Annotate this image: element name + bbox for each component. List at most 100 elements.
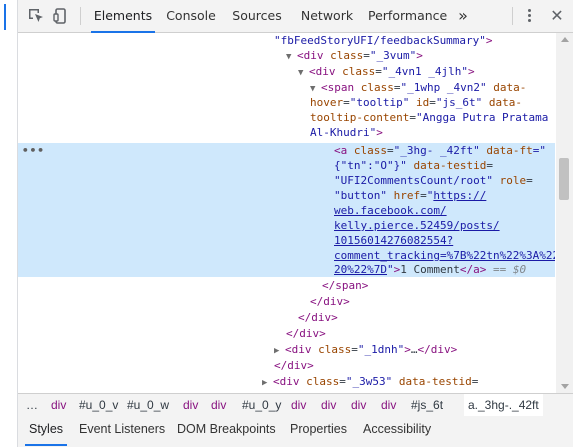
dom-line[interactable]: ▼ <span class="_1whp _4vn2" data- [18,80,555,95]
selected-dom-line[interactable]: web.facebook.com/ [18,203,555,218]
toolbar-separator [512,7,513,25]
tag-bracket: < [309,65,316,78]
tab-event-listeners[interactable]: Event Listeners [79,416,165,446]
inspect-element-icon[interactable] [27,7,45,25]
selected-dom-line[interactable]: 20%22%7D">1 Comment</a> == $0 [18,262,555,277]
close-icon[interactable]: ✕ [548,6,566,26]
scroll-up-arrow-icon[interactable] [561,37,569,42]
href-link[interactable]: web.facebook.com/ [334,204,447,217]
selected-dom-line[interactable]: comment_tracking=%7B%22tn%22%3A%22 [18,248,555,263]
equals: = [339,375,346,388]
tag-name: a [340,144,348,157]
more-tabs-icon[interactable]: » [455,0,471,32]
attr-value: "_4vn1 _4jlh" [381,65,468,78]
breadcrumb-item[interactable]: div [381,394,396,416]
attr-value: "_1whp _4vn2" [400,81,487,94]
href-link[interactable]: 20%22%7D [334,263,387,276]
vertical-scrollbar[interactable] [556,33,573,393]
expand-triangle-icon[interactable]: ▶ [274,344,285,359]
tab-console[interactable]: Console [166,0,216,32]
closing-tag: </div> [417,343,458,356]
breadcrumb-item[interactable]: #u_0_v [79,394,118,416]
breadcrumb-current[interactable]: a._3hg-._42ft [464,394,543,416]
dom-line[interactable]: </div> [18,358,555,373]
text-node: 1 Comment [400,263,460,276]
dom-line[interactable]: ▶ <div class="_3w53" data-testid= [18,374,555,389]
tag-bracket: < [334,144,341,157]
selected-dom-line[interactable]: kelly.pierce.52459/posts/ [18,218,555,233]
breadcrumb-item[interactable]: #u_0_w [127,394,169,416]
dom-line[interactable]: ▶ <div class="_1dnh">…</div> [18,342,555,357]
attr-value: "_3w53" [345,375,393,388]
breadcrumb-item[interactable]: #js_6t [411,394,443,416]
tag-name: div [303,49,324,62]
tab-accessibility[interactable]: Accessibility [363,416,431,446]
breadcrumb-item[interactable]: div [211,394,226,416]
tab-dom-breakpoints[interactable]: DOM Breakpoints [177,416,276,446]
dom-line[interactable]: Al-Khudri"> [18,125,555,140]
attr-name: tooltip-content [310,111,410,124]
attr-value: {"tn":"O"}" [334,159,407,172]
attr-value: "tooltip" [349,96,410,109]
tab-performance[interactable]: Performance [368,0,447,32]
dom-line[interactable]: "fbFeedStoryUFI/feedbackSummary"> [18,33,555,48]
tab-styles[interactable]: Styles [24,416,68,446]
closing-tag: </div> [298,311,338,324]
tag-bracket: > [404,343,411,356]
selected-dom-line[interactable]: "UFI2CommentsCount/root" role= [18,173,555,188]
equals: = [343,96,350,109]
breadcrumb-overflow[interactable]: … [26,394,38,416]
selected-dom-line[interactable]: 10156014276082554? [18,233,555,248]
left-edge-strip [0,0,18,447]
attr-value: "_1dnh" [357,343,405,356]
dom-line[interactable]: ▼ <div class="_3vum"> [18,48,555,63]
scroll-down-arrow-icon[interactable] [561,384,569,389]
dom-tree[interactable]: ••• "fbFeedStoryUFI/feedbackSummary"> ▼ <… [18,33,555,393]
tab-sources[interactable]: Sources [232,0,282,32]
dom-line[interactable]: </div> [18,326,555,341]
device-toolbar-icon[interactable] [52,7,70,25]
tab-network[interactable]: Network [298,0,356,32]
equals: = [526,174,533,187]
tag-bracket: > [485,34,493,47]
breadcrumb-item[interactable]: #u_0_y [242,394,281,416]
tag-bracket: > [467,65,475,78]
collapse-triangle-icon[interactable]: ▼ [286,50,297,65]
styles-panel-tabs: Styles Event Listeners DOM Breakpoints P… [18,416,573,447]
equals: = [429,96,436,109]
attr-name: id [415,96,430,109]
tab-properties[interactable]: Properties [290,416,347,446]
scrollbar-thumb[interactable] [559,158,569,200]
dom-line[interactable]: </div> [18,310,555,325]
breadcrumb-item[interactable]: div [51,394,66,416]
href-link[interactable]: https:// [433,189,486,202]
breadcrumb-item[interactable]: div [351,394,366,416]
breadcrumb-item[interactable]: div [183,394,198,416]
attr-name: href [393,189,421,202]
expand-triangle-icon[interactable]: ▶ [262,376,273,391]
dom-line[interactable]: </div> [18,294,555,309]
selected-dom-line[interactable]: "button" href="https:// [18,188,555,203]
breadcrumb-item[interactable]: div [321,394,336,416]
href-link[interactable]: comment_tracking=%7B%22tn%22%3A%22 [334,249,555,262]
equals: = [351,343,358,356]
attr-value: Al-Khudri" [310,126,377,139]
attr-name: data- [488,96,522,109]
breadcrumb-item[interactable]: div [291,394,306,416]
closing-tag: </div> [310,295,350,308]
equals: = [471,375,479,388]
selected-dom-line[interactable]: {"tn":"O"}" data-testid= [18,158,555,173]
dom-line[interactable]: ▼ <div class="_4vn1 _4jlh"> [18,64,555,79]
tab-elements[interactable]: Elements [91,0,155,33]
attr-name: class [318,343,352,356]
href-link[interactable]: 10156014276082554? [334,234,453,247]
dom-line[interactable]: </span> [18,278,555,293]
attr-quote: " [386,263,394,276]
dom-line[interactable]: tooltip-content="Angga Putra Pratama [18,110,555,125]
selected-dom-line[interactable]: <a class="_3hg- _42ft" data-ft=" [18,143,555,158]
dom-line[interactable]: hover="tooltip" id="js_6t" data- [18,95,555,110]
collapse-triangle-icon[interactable]: ▼ [298,66,309,81]
tag-name: div [279,375,300,388]
href-link[interactable]: kelly.pierce.52459/posts/ [334,219,500,232]
kebab-menu-icon[interactable] [526,8,532,24]
